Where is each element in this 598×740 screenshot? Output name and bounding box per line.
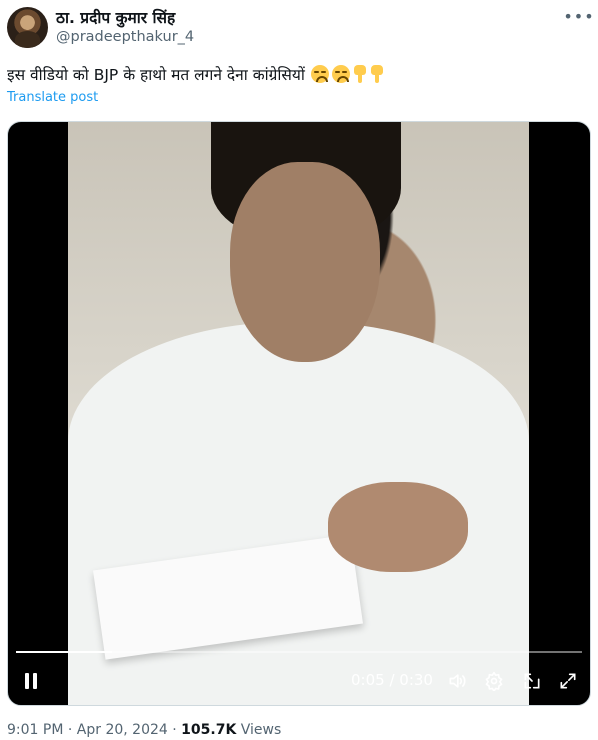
author-display-name[interactable]: ठा. प्रदीप कुमार सिंह (56, 6, 175, 28)
post-time[interactable]: 9:01 PM (7, 722, 63, 738)
more-horizontal-icon: ••• (563, 6, 595, 26)
pointing-down-emoji (370, 65, 384, 83)
pause-icon (25, 673, 29, 689)
post-text-content: इस वीडियो को BJP के हाथो मत लगने देना का… (7, 66, 305, 84)
settings-button[interactable] (482, 669, 506, 693)
translate-post-link[interactable]: Translate post (7, 90, 98, 105)
post-text: इस वीडियो को BJP के हाथो मत लगने देना का… (7, 63, 384, 85)
video-player[interactable]: 0:05 / 0:30 (7, 121, 591, 706)
settings-icon (485, 671, 503, 691)
disappointed-face-emoji (331, 65, 350, 83)
picture-in-picture-icon (524, 673, 540, 689)
views-count[interactable]: 105.7K (181, 722, 236, 738)
disappointed-face-emoji (310, 65, 329, 83)
emoji-group (310, 65, 384, 83)
video-progress-bar[interactable] (16, 651, 582, 653)
volume-button[interactable] (445, 669, 469, 693)
video-progress-fill (16, 651, 113, 653)
more-options-button[interactable]: ••• (563, 6, 593, 26)
pointing-down-emoji (353, 65, 367, 83)
picture-in-picture-button[interactable] (520, 669, 544, 693)
video-time: 0:05 / 0:30 (351, 671, 433, 689)
fullscreen-icon (560, 673, 576, 689)
views-label: Views (240, 722, 282, 738)
avatar[interactable] (7, 7, 48, 48)
post-meta: 9:01 PM · Apr 20, 2024 · 105.7K Views (7, 722, 282, 738)
video-frame-face (230, 162, 380, 362)
video-frame-hand (328, 482, 468, 572)
volume-icon (449, 674, 466, 688)
fullscreen-button[interactable] (556, 669, 580, 693)
post-date[interactable]: Apr 20, 2024 (77, 722, 168, 738)
pause-button[interactable] (20, 669, 42, 693)
author-handle[interactable]: @pradeepthakur_4 (56, 29, 194, 45)
